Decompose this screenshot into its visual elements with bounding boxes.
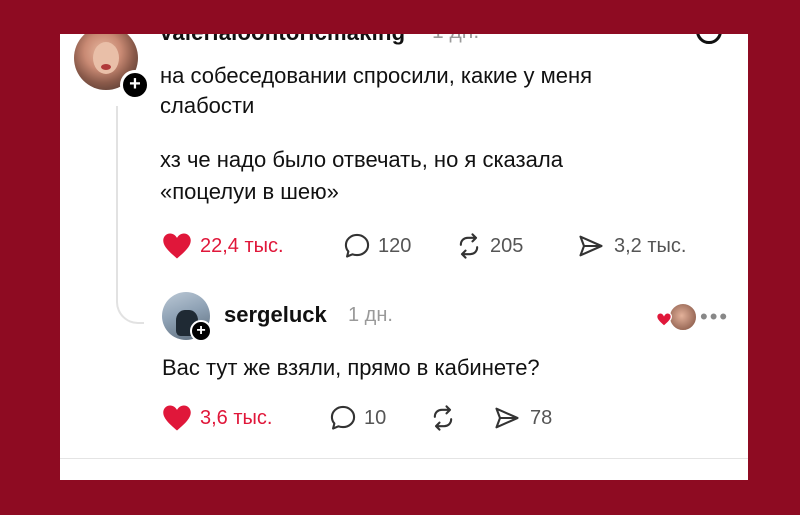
avatar-mouth: [101, 64, 111, 70]
reply-share-count: 78: [530, 406, 553, 429]
reply-actions: 3,6 тыс. 10 78: [162, 404, 552, 432]
post-line-3: хз че надо было отвечать, но я сказала: [160, 147, 563, 172]
heart-icon: [163, 233, 191, 259]
repost-icon: [433, 405, 453, 431]
reply-repost-button[interactable]: [428, 404, 492, 432]
follow-plus-icon[interactable]: +: [120, 70, 150, 100]
share-count: 3,2 тыс.: [614, 234, 687, 257]
heart-icon: [656, 312, 672, 327]
comment-button[interactable]: 120: [342, 232, 454, 260]
reply-time: 1 дн.: [348, 304, 393, 326]
like-button[interactable]: 22,4 тыс.: [162, 232, 342, 260]
like-count: 22,4 тыс.: [200, 234, 284, 257]
repost-count: 205: [490, 234, 524, 257]
send-icon: [579, 235, 603, 257]
author-username[interactable]: valerialoontoricmaking: [160, 34, 405, 46]
options-circle-icon[interactable]: [696, 34, 722, 44]
reply-text: Вас тут же взяли, прямо в кабинете?: [162, 355, 540, 380]
comment-icon: [344, 233, 370, 258]
reply-comment-button[interactable]: 10: [328, 404, 428, 432]
thread-connector-line: [116, 106, 144, 324]
more-icon[interactable]: •••: [700, 304, 729, 330]
heart-icon: [163, 405, 191, 431]
reply-comment-count: 10: [364, 406, 387, 429]
post-line-2: слабости: [160, 93, 255, 118]
share-button[interactable]: 3,2 тыс.: [576, 232, 686, 260]
comment-count: 120: [378, 234, 412, 257]
send-icon: [495, 407, 519, 429]
liker-avatar: [668, 302, 698, 332]
reply-like-button[interactable]: 3,6 тыс.: [162, 404, 328, 432]
reply-share-button[interactable]: 78: [492, 404, 552, 432]
divider: [60, 458, 748, 459]
repost-button[interactable]: 205: [454, 232, 576, 260]
reply-follow-plus-icon[interactable]: +: [190, 320, 212, 342]
repost-icon: [459, 233, 479, 259]
post-actions: 22,4 тыс. 120 205 3,2 тыс.: [162, 232, 686, 260]
author-liked-indicator: [656, 302, 704, 332]
thread-card: + valerialoontoricmaking 1 дн. на собесе…: [60, 34, 748, 480]
comment-icon: [330, 405, 356, 430]
reply-like-count: 3,6 тыс.: [200, 406, 273, 429]
post-line-4: «поцелуи в шею»: [160, 179, 339, 204]
post-time: 1 дн.: [432, 34, 479, 44]
post-line-1: на собеседовании спросили, какие у меня: [160, 63, 593, 88]
reply-username[interactable]: sergeluck: [224, 302, 327, 328]
